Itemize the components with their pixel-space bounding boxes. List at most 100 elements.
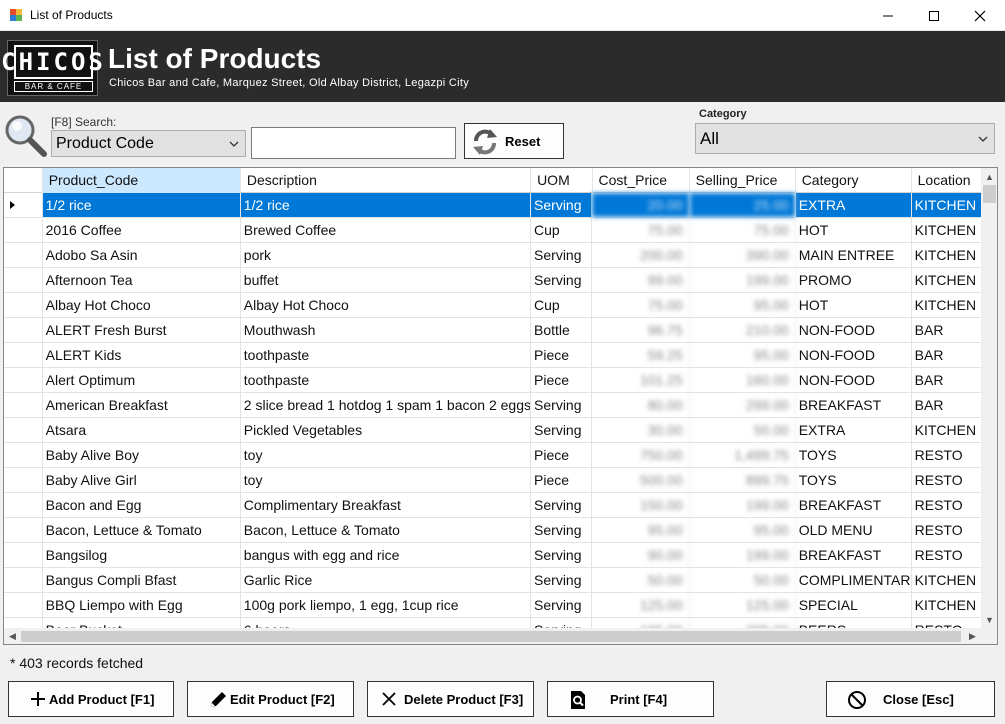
cell-location[interactable]: KITCHEN <box>912 268 981 292</box>
cell-selling-price[interactable]: 95.00 <box>690 518 796 542</box>
cell-location[interactable]: BAR <box>912 343 981 367</box>
cell-description[interactable]: toy <box>241 443 532 467</box>
cell-location[interactable]: KITCHEN <box>912 418 981 442</box>
cell-cost-price[interactable]: 95.00 <box>592 518 690 542</box>
cell-uom[interactable]: Serving <box>531 593 593 617</box>
cell-category[interactable]: NON-FOOD <box>796 343 912 367</box>
cell-product-code[interactable]: American Breakfast <box>43 393 241 417</box>
cell-selling-price[interactable]: 95.00 <box>690 293 796 317</box>
cell-selling-price[interactable]: 160.00 <box>690 368 796 392</box>
table-row[interactable]: Albay Hot Choco Albay Hot Choco Cup 75.00 95… <box>4 293 981 318</box>
cell-location[interactable]: RESTO <box>912 543 981 567</box>
cell-selling-price[interactable]: 199.00 <box>690 543 796 567</box>
cell-uom[interactable]: Serving <box>531 493 593 517</box>
column-header-cost-price[interactable]: Cost_Price <box>593 168 690 193</box>
row-header[interactable] <box>4 393 43 417</box>
row-header[interactable] <box>4 568 43 592</box>
horizontal-scrollbar[interactable]: ◀ ▶ <box>4 628 981 644</box>
cell-product-code[interactable]: Alert Optimum <box>43 368 241 392</box>
cell-selling-price[interactable]: 390.00 <box>690 243 796 267</box>
cell-product-code[interactable]: ALERT Fresh Burst <box>43 318 241 342</box>
cell-location[interactable]: KITCHEN <box>912 293 981 317</box>
minimize-button[interactable] <box>865 0 911 31</box>
reset-button[interactable]: Reset <box>464 123 564 159</box>
cell-uom[interactable]: Serving <box>531 568 593 592</box>
row-header[interactable] <box>4 368 43 392</box>
cell-description[interactable]: toy <box>241 468 532 492</box>
cell-description[interactable]: Mouthwash <box>241 318 532 342</box>
cell-cost-price[interactable]: 101.25 <box>592 368 690 392</box>
cell-uom[interactable]: Serving <box>531 418 593 442</box>
horizontal-scroll-thumb[interactable] <box>21 631 961 642</box>
cell-cost-price[interactable]: 20.00 <box>592 193 690 217</box>
scroll-right-icon[interactable]: ▶ <box>964 628 981 644</box>
row-header[interactable] <box>4 293 43 317</box>
cell-product-code[interactable]: Albay Hot Choco <box>43 293 241 317</box>
column-header-selling-price[interactable]: Selling_Price <box>690 168 796 193</box>
cell-uom[interactable]: Serving <box>531 268 593 292</box>
cell-product-code[interactable]: Bangsilog <box>43 543 241 567</box>
cell-uom[interactable]: Bottle <box>531 318 593 342</box>
cell-selling-price[interactable]: 50.00 <box>690 568 796 592</box>
table-row[interactable]: Atsara Pickled Vegetables Serving 30.00 50.0… <box>4 418 981 443</box>
cell-uom[interactable]: Cup <box>531 218 593 242</box>
search-input[interactable] <box>251 127 456 159</box>
close-window-button[interactable] <box>957 0 1003 31</box>
table-row[interactable]: ALERT Fresh Burst Mouthwash Bottle 96.75 210… <box>4 318 981 343</box>
cell-product-code[interactable]: Baby Alive Girl <box>43 468 241 492</box>
cell-product-code[interactable]: Bacon, Lettuce & Tomato <box>43 518 241 542</box>
cell-selling-price[interactable]: 125.00 <box>690 593 796 617</box>
column-header-product-code[interactable]: Product_Code <box>42 168 241 193</box>
cell-selling-price[interactable]: 199.00 <box>690 268 796 292</box>
table-row[interactable]: Adobo Sa Asin pork Serving 200.00 390.00 MAIN… <box>4 243 981 268</box>
cell-description[interactable]: 6 beers <box>241 618 532 628</box>
cell-description[interactable]: bangus with egg and rice <box>241 543 532 567</box>
table-row[interactable]: Bangsilog bangus with egg and rice Serving… <box>4 543 981 568</box>
cell-location[interactable]: KITCHEN <box>912 243 981 267</box>
cell-location[interactable]: RESTO <box>912 618 981 628</box>
table-row[interactable]: Bacon, Lettuce & Tomato Bacon, Lettuce & … <box>4 518 981 543</box>
table-row[interactable]: Baby Alive Boy toy Piece 750.00 1,499.75 TOYS… <box>4 443 981 468</box>
cell-product-code[interactable]: Bacon and Egg <box>43 493 241 517</box>
cell-selling-price[interactable]: 25.00 <box>689 193 796 217</box>
table-row[interactable]: Alert Optimum toothpaste Piece 101.25 160.00… <box>4 368 981 393</box>
row-header[interactable] <box>4 193 43 217</box>
cell-location[interactable]: KITCHEN <box>911 193 981 217</box>
row-header[interactable] <box>4 218 43 242</box>
cell-product-code[interactable]: Beer Bucket <box>43 618 241 628</box>
cell-selling-price[interactable]: 199.00 <box>690 493 796 517</box>
table-row[interactable]: Bangus Compli Bfast Garlic Rice Serving 50.… <box>4 568 981 593</box>
cell-cost-price[interactable]: 500.00 <box>592 468 690 492</box>
cell-description[interactable]: 1/2 rice <box>240 193 532 217</box>
column-header-location[interactable]: Location <box>912 168 981 193</box>
cell-location[interactable]: KITCHEN <box>912 593 981 617</box>
cell-selling-price[interactable]: 385.00 <box>690 618 796 628</box>
cell-uom[interactable]: Serving <box>531 518 593 542</box>
cell-cost-price[interactable]: 90.00 <box>592 543 690 567</box>
row-header[interactable] <box>4 418 43 442</box>
cell-cost-price[interactable]: 96.75 <box>592 318 690 342</box>
cell-category[interactable]: BEERS <box>796 618 912 628</box>
add-product-button[interactable]: Add Product [F1] <box>8 681 174 717</box>
cell-location[interactable]: KITCHEN <box>912 218 981 242</box>
cell-description[interactable]: pork <box>241 243 532 267</box>
table-row[interactable]: American Breakfast 2 slice bread 1 hotdog… <box>4 393 981 418</box>
maximize-button[interactable] <box>911 0 957 31</box>
row-header[interactable] <box>4 443 43 467</box>
cell-product-code[interactable]: Atsara <box>43 418 241 442</box>
cell-uom[interactable]: Cup <box>531 293 593 317</box>
scroll-down-icon[interactable]: ▼ <box>981 611 997 628</box>
cell-product-code[interactable]: Adobo Sa Asin <box>43 243 241 267</box>
cell-selling-price[interactable]: 95.00 <box>690 343 796 367</box>
row-header[interactable] <box>4 593 43 617</box>
cell-description[interactable]: toothpaste <box>241 343 532 367</box>
search-field-select[interactable]: Product Code <box>51 130 246 157</box>
cell-location[interactable]: RESTO <box>912 468 981 492</box>
cell-uom[interactable]: Serving <box>531 193 593 217</box>
cell-cost-price[interactable]: 80.00 <box>592 393 690 417</box>
cell-description[interactable]: Garlic Rice <box>241 568 532 592</box>
cell-uom[interactable]: Piece <box>531 443 593 467</box>
cell-uom[interactable]: Serving <box>531 543 593 567</box>
cell-cost-price[interactable]: 59.25 <box>592 343 690 367</box>
cell-location[interactable]: BAR <box>912 393 981 417</box>
